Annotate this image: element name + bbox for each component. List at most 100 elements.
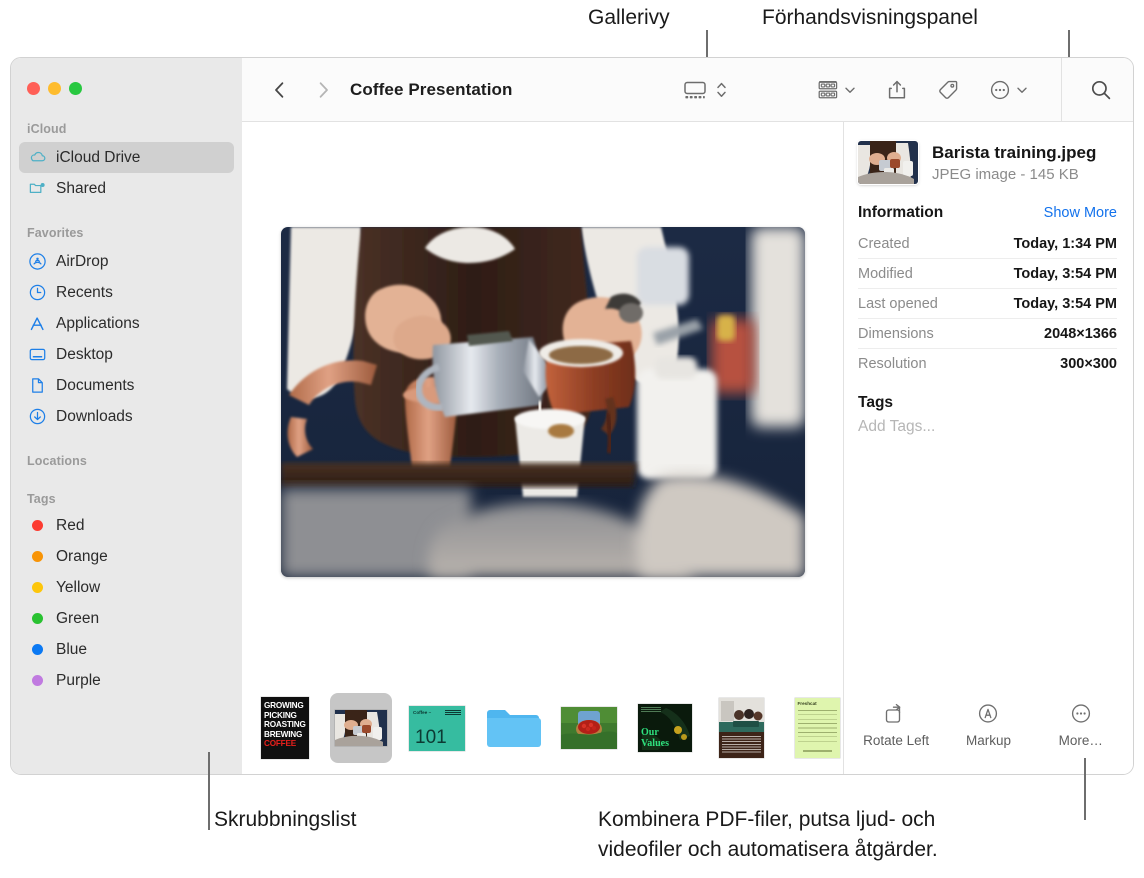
sidebar-item-label: Shared (56, 179, 106, 197)
tag-button[interactable] (936, 75, 960, 105)
sidebar-item-documents[interactable]: Documents (19, 370, 234, 401)
preview-panel: Barista training.jpeg JPEG image - 145 K… (843, 122, 1133, 774)
thumbnail-item[interactable]: GROWING PICKING ROASTING BREWING COFFEE (254, 693, 316, 763)
sidebar-tag-blue[interactable]: Blue (19, 634, 234, 665)
thumbnail-item[interactable]: Our Values (634, 693, 696, 763)
sidebar-item-label: Applications (56, 314, 140, 332)
more-action[interactable]: More… (1035, 702, 1127, 748)
sidebar-tag-label: Blue (56, 640, 88, 658)
file-header: Barista training.jpeg JPEG image - 145 K… (844, 122, 1133, 184)
info-row-value: Today, 3:54 PM (1013, 295, 1117, 312)
info-row: Dimensions 2048×1366 (858, 319, 1117, 349)
info-row: Resolution 300×300 (858, 349, 1117, 378)
window-body: GROWING PICKING ROASTING BREWING COFFEE (242, 122, 1133, 774)
sort-order-button[interactable] (715, 75, 728, 105)
finder-window: iCloud iCloud Drive Shared Favorites Air… (10, 57, 1134, 775)
thumb-sheet-footer (802, 750, 832, 752)
sidebar-section-header-tags: Tags (27, 492, 56, 506)
sidebar-item-label: Documents (56, 376, 135, 394)
thumbnail-item[interactable] (710, 693, 772, 763)
group-by-chevron-down-icon[interactable] (844, 75, 856, 105)
thumb-text-lines (445, 709, 461, 715)
thumb-sheet-title: Freshcat (797, 701, 817, 706)
info-row-key: Dimensions (858, 325, 934, 342)
gallery-view: GROWING PICKING ROASTING BREWING COFFEE (242, 122, 843, 774)
tag-dot-icon (32, 675, 43, 686)
action-label: Rotate Left (863, 733, 930, 748)
more-actions-button[interactable] (988, 75, 1012, 105)
thumbnail-item-folder[interactable] (482, 693, 544, 763)
markup-icon (979, 704, 998, 723)
add-tags-input[interactable]: Add Tags... (858, 418, 1117, 436)
minimize-button[interactable] (48, 82, 61, 95)
airdrop-icon (28, 252, 47, 271)
zoom-button[interactable] (69, 82, 82, 95)
sidebar-item-downloads[interactable]: Downloads (19, 401, 234, 432)
gallery-view-button[interactable] (682, 75, 708, 105)
sidebar-item-label: iCloud Drive (56, 148, 141, 166)
callout-gallery-view-label: Gallerivy (588, 6, 670, 29)
folder-icon (487, 710, 541, 747)
group-by-button[interactable] (816, 75, 840, 105)
info-row-key: Resolution (858, 355, 927, 372)
sidebar-section-header-locations: Locations (27, 454, 87, 468)
show-more-link[interactable]: Show More (1044, 205, 1117, 221)
window-content: Coffee Presentation GROWING PICKING ROAS… (242, 58, 1133, 774)
callout-more-actions-label-2: videofiler och automatisera åtgärder. (598, 838, 938, 861)
back-button[interactable] (264, 75, 294, 105)
close-button[interactable] (27, 82, 40, 95)
preview-image[interactable] (280, 227, 805, 577)
window-controls (27, 82, 82, 95)
sidebar-tag-green[interactable]: Green (19, 603, 234, 634)
tag-dot-icon (32, 551, 43, 562)
sidebar-item-shared[interactable]: Shared (19, 173, 234, 204)
sidebar-item-airdrop[interactable]: AirDrop (19, 246, 234, 277)
search-button[interactable] (1088, 75, 1114, 105)
callout-scrubber-line (208, 752, 210, 830)
markup-action[interactable]: Markup (942, 702, 1034, 748)
file-subtitle: JPEG image - 145 KB (932, 166, 1079, 184)
page-title: Coffee Presentation (350, 79, 513, 99)
thumbnail-item[interactable]: Coffee – 101 (406, 693, 468, 763)
share-button[interactable] (886, 75, 908, 105)
preview-area (242, 122, 843, 682)
sidebar-tag-orange[interactable]: Orange (19, 541, 234, 572)
thumbnail-item-selected[interactable] (330, 693, 392, 763)
info-row-value: 2048×1366 (1044, 325, 1117, 342)
info-row: Modified Today, 3:54 PM (858, 259, 1117, 289)
rotate-left-icon (885, 703, 901, 723)
thumb-accent-line: COFFEE (264, 739, 297, 749)
sidebar-item-applications[interactable]: Applications (19, 308, 234, 339)
information-section: Information Show More Created Today, 1:3… (844, 204, 1133, 378)
quick-actions: Rotate Left Markup More… (844, 682, 1133, 774)
information-title: Information (858, 204, 944, 221)
thumbnail-item[interactable]: Freshcat (786, 693, 843, 763)
thumb-text-lines (721, 736, 761, 754)
info-row-key: Last opened (858, 295, 938, 312)
tag-dot-icon (32, 613, 43, 624)
sidebar-item-label: AirDrop (56, 252, 109, 270)
sidebar-tag-purple[interactable]: Purple (19, 665, 234, 696)
forward-button[interactable] (308, 75, 338, 105)
sidebar-tag-label: Orange (56, 547, 108, 565)
sidebar-item-desktop[interactable]: Desktop (19, 339, 234, 370)
sidebar-item-icloud-drive[interactable]: iCloud Drive (19, 142, 234, 173)
thumb-title: Coffee – (413, 709, 432, 715)
rotate-left-action[interactable]: Rotate Left (850, 702, 942, 748)
more-actions-chevron-down-icon[interactable] (1016, 75, 1028, 105)
action-label: More… (1058, 733, 1103, 748)
sidebar-tag-label: Red (56, 516, 85, 534)
thumb-big-number: 101 (415, 726, 447, 748)
thumb-line2: Values (641, 738, 669, 749)
download-icon (28, 407, 47, 426)
thumb-line: PICKING (264, 710, 297, 720)
sidebar-tag-yellow[interactable]: Yellow (19, 572, 234, 603)
sidebar-item-recents[interactable]: Recents (19, 277, 234, 308)
info-row-value: Today, 3:54 PM (1013, 265, 1117, 282)
thumbnail-item[interactable] (558, 693, 620, 763)
thumb-line1: Our (641, 727, 659, 738)
scrubber-bar[interactable]: GROWING PICKING ROASTING BREWING COFFEE (242, 682, 843, 774)
tag-dot-icon (32, 582, 43, 593)
info-row-value: Today, 1:34 PM (1013, 235, 1117, 252)
sidebar-tag-red[interactable]: Red (19, 510, 234, 541)
